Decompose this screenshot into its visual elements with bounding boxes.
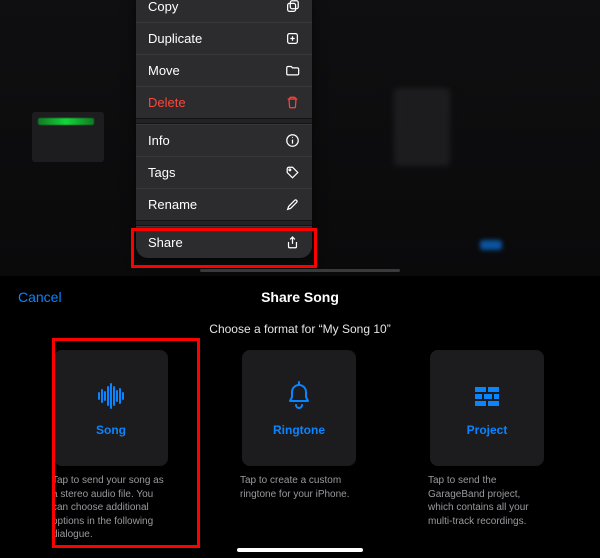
- menu-item-label: Duplicate: [148, 31, 202, 46]
- duplicate-icon: [285, 31, 300, 46]
- format-card-project[interactable]: Project: [430, 350, 544, 466]
- sheet-header: Cancel Share Song: [0, 276, 600, 318]
- trash-icon: [285, 95, 300, 110]
- menu-item-copy[interactable]: Copy: [136, 0, 312, 22]
- menu-item-label: Delete: [148, 95, 186, 110]
- menu-item-tags[interactable]: Tags: [136, 156, 312, 188]
- menu-item-label: Share: [148, 235, 183, 250]
- format-card-label: Ringtone: [273, 423, 325, 437]
- bell-icon: [282, 379, 316, 413]
- context-menu: Copy Duplicate Move Delete Info Tags Rename Sha…: [136, 0, 312, 258]
- menu-item-share[interactable]: Share: [136, 226, 312, 258]
- format-card-description: Tap to create a custom ringtone for your…: [240, 474, 358, 501]
- project-thumbnail: [32, 112, 104, 162]
- format-option-ringtone: Ringtone Tap to create a custom ringtone …: [216, 350, 382, 501]
- format-card-label: Project: [467, 423, 508, 437]
- menu-item-label: Rename: [148, 197, 197, 212]
- library-background: Copy Duplicate Move Delete Info Tags Rename Sha…: [0, 0, 600, 276]
- waveform-icon: [94, 379, 128, 413]
- share-sheet: Cancel Share Song Choose a format for “M…: [0, 276, 600, 558]
- format-card-song[interactable]: Song: [54, 350, 168, 466]
- folder-icon: [285, 63, 300, 78]
- format-card-label: Song: [96, 423, 126, 437]
- menu-item-label: Copy: [148, 0, 178, 14]
- menu-item-label: Move: [148, 63, 180, 78]
- format-option-song: Song Tap to send your song as a stereo au…: [28, 350, 194, 542]
- info-icon: [285, 133, 300, 148]
- format-options: Song Tap to send your song as a stereo au…: [0, 336, 600, 542]
- menu-item-info[interactable]: Info: [136, 124, 312, 156]
- blurred-accent: [480, 240, 502, 250]
- format-card-description: Tap to send your song as a stereo audio …: [52, 474, 170, 542]
- copy-icon: [285, 0, 300, 14]
- format-card-description: Tap to send the GarageBand project, whic…: [428, 474, 546, 528]
- menu-item-move[interactable]: Move: [136, 54, 312, 86]
- pencil-icon: [285, 197, 300, 212]
- menu-item-label: Info: [148, 133, 170, 148]
- menu-item-rename[interactable]: Rename: [136, 188, 312, 220]
- bricks-icon: [470, 379, 504, 413]
- share-icon: [285, 235, 300, 250]
- menu-item-label: Tags: [148, 165, 175, 180]
- format-option-project: Project Tap to send the GarageBand projec…: [404, 350, 570, 528]
- format-prompt: Choose a format for “My Song 10”: [0, 322, 600, 336]
- menu-item-duplicate[interactable]: Duplicate: [136, 22, 312, 54]
- menu-item-delete[interactable]: Delete: [136, 86, 312, 118]
- tag-icon: [285, 165, 300, 180]
- cancel-button[interactable]: Cancel: [18, 289, 62, 305]
- sheet-title: Share Song: [0, 289, 600, 305]
- format-card-ringtone[interactable]: Ringtone: [242, 350, 356, 466]
- blurred-thumbnail: [394, 88, 450, 166]
- scroll-indicator: [200, 269, 400, 272]
- home-indicator: [237, 548, 363, 552]
